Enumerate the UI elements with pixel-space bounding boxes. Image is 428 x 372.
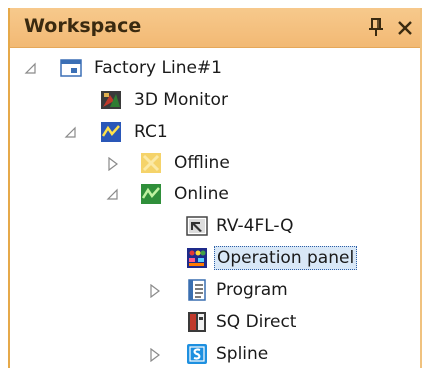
robot-model-icon bbox=[186, 215, 208, 237]
online-icon bbox=[140, 183, 162, 205]
offline-icon bbox=[140, 152, 162, 174]
pin-icon[interactable] bbox=[366, 15, 386, 39]
tree-item-online[interactable]: Online bbox=[10, 180, 410, 210]
tree-item-program[interactable]: Program bbox=[10, 276, 410, 306]
robot-controller-icon bbox=[100, 121, 122, 143]
tree-item-rv-4fl-q[interactable]: RV-4FL-Q bbox=[10, 212, 410, 242]
tree-item-rc1[interactable]: RC1 bbox=[10, 118, 410, 148]
tree-item-spline[interactable]: Spline bbox=[10, 340, 410, 370]
collapsed-arrow-icon[interactable] bbox=[148, 283, 162, 299]
tree-item-factory-line[interactable]: Factory Line#1 bbox=[10, 54, 410, 84]
tree-item-offline[interactable]: Offline bbox=[10, 149, 410, 179]
tree-item-label: Spline bbox=[216, 344, 269, 364]
tree-item-label: RC1 bbox=[134, 122, 168, 142]
workspace-panel: Workspace Factory Line#1 3D Monitor RC1 … bbox=[8, 8, 422, 368]
tree-item-label: SQ Direct bbox=[216, 312, 297, 332]
spline-icon bbox=[186, 343, 208, 365]
expanded-arrow-icon[interactable] bbox=[64, 125, 78, 139]
tree-item-label: Program bbox=[216, 280, 288, 300]
tree-item-label: Offline bbox=[174, 153, 230, 173]
3d-monitor-icon bbox=[100, 89, 122, 111]
collapsed-arrow-icon[interactable] bbox=[106, 156, 120, 172]
collapsed-arrow-icon[interactable] bbox=[148, 347, 162, 363]
panel-title: Workspace bbox=[24, 15, 142, 37]
tree-item-label: Operation panel bbox=[214, 246, 358, 270]
expanded-arrow-icon[interactable] bbox=[24, 61, 38, 75]
tree-item-label: Online bbox=[174, 184, 229, 204]
tree-item-3d-monitor[interactable]: 3D Monitor bbox=[10, 86, 410, 116]
sq-direct-icon bbox=[186, 311, 208, 333]
close-icon[interactable] bbox=[394, 14, 416, 40]
operation-panel-icon bbox=[186, 247, 208, 269]
tree-item-label: Factory Line#1 bbox=[94, 58, 222, 78]
tree-item-label: RV-4FL-Q bbox=[216, 216, 294, 236]
tree-item-label: 3D Monitor bbox=[134, 90, 228, 110]
factory-line-icon bbox=[60, 57, 82, 79]
tree-item-sq-direct[interactable]: SQ Direct bbox=[10, 308, 410, 338]
panel-header: Workspace bbox=[10, 8, 420, 48]
expanded-arrow-icon[interactable] bbox=[106, 187, 120, 201]
tree-item-operation-panel[interactable]: Operation panel bbox=[10, 244, 410, 274]
program-icon bbox=[186, 279, 208, 301]
